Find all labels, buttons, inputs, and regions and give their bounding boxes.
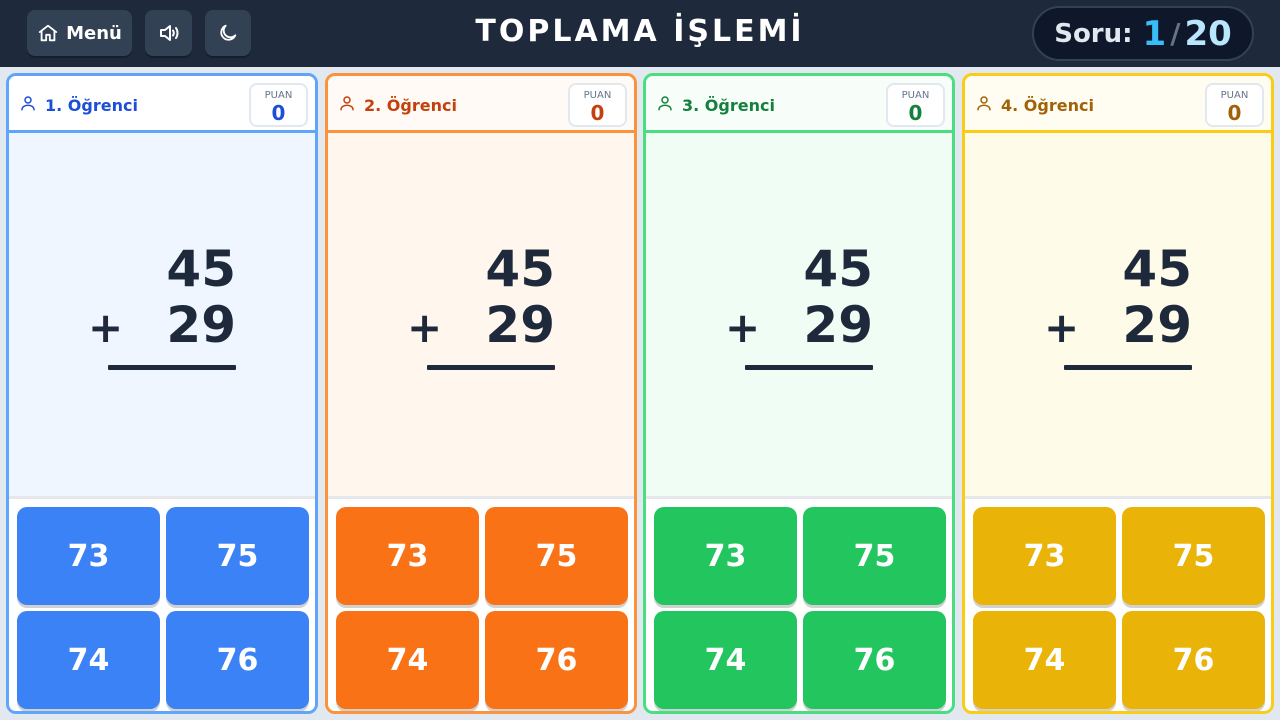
user-icon [975, 94, 993, 116]
answer-button[interactable]: 74 [973, 611, 1116, 709]
second-number: 29 [803, 296, 873, 354]
student-name-label: 4. Öğrenci [1001, 95, 1094, 115]
addition-problem: 45 + 29 [328, 133, 634, 496]
answer-button[interactable]: 74 [654, 611, 797, 709]
answer-button[interactable]: 75 [166, 507, 309, 605]
current-question-number: 1 [1142, 13, 1167, 54]
score-label: PUAN [1220, 90, 1249, 101]
student-panel-header: 4. Öğrenci PUAN 0 [965, 76, 1271, 133]
sound-toggle-button[interactable] [145, 10, 192, 56]
student-name: 2. Öğrenci [338, 94, 457, 116]
second-number: 29 [166, 296, 236, 354]
answer-button[interactable]: 76 [803, 611, 946, 709]
home-icon [37, 22, 59, 44]
plus-operator: + [88, 303, 124, 352]
addition-problem: 45 + 29 [965, 133, 1271, 496]
score-box: PUAN 0 [886, 83, 945, 127]
user-icon [338, 94, 356, 116]
answer-button[interactable]: 75 [803, 507, 946, 605]
score-value: 0 [271, 101, 286, 125]
student-panel-header: 2. Öğrenci PUAN 0 [328, 76, 634, 133]
answer-button[interactable]: 75 [1122, 507, 1265, 605]
plus-operator: + [1044, 303, 1080, 352]
sum-line [1064, 365, 1192, 370]
student-panel-3: 3. Öğrenci PUAN 0 45 + 29 73 75 74 76 [643, 73, 955, 714]
moon-icon [217, 22, 239, 44]
plus-operator: + [407, 303, 443, 352]
total-questions-number: 20 [1184, 13, 1232, 54]
answer-grid: 73 75 74 76 [646, 496, 952, 711]
score-value: 0 [1227, 101, 1242, 125]
student-name-label: 2. Öğrenci [364, 95, 457, 115]
answer-button[interactable]: 74 [17, 611, 160, 709]
score-label: PUAN [901, 90, 930, 101]
student-panel-header: 1. Öğrenci PUAN 0 [9, 76, 315, 133]
addition-problem: 45 + 29 [646, 133, 952, 496]
answer-button[interactable]: 73 [336, 507, 479, 605]
answer-button[interactable]: 74 [336, 611, 479, 709]
page-title: TOPLAMA İŞLEMİ [475, 14, 805, 49]
answer-button[interactable]: 75 [485, 507, 628, 605]
student-name: 1. Öğrenci [19, 94, 138, 116]
menu-label: Menü [66, 22, 122, 44]
student-name: 4. Öğrenci [975, 94, 1094, 116]
score-box: PUAN 0 [568, 83, 627, 127]
answer-button[interactable]: 73 [973, 507, 1116, 605]
sum-line [745, 365, 873, 370]
top-bar: Menü TOPLAMA İŞLEMİ Soru: 1 / 20 [0, 0, 1280, 67]
question-counter: Soru: 1 / 20 [1032, 6, 1254, 61]
user-icon [656, 94, 674, 116]
answer-grid: 73 75 74 76 [328, 496, 634, 711]
speaker-icon [157, 21, 181, 45]
score-label: PUAN [264, 90, 293, 101]
score-label: PUAN [583, 90, 612, 101]
student-name: 3. Öğrenci [656, 94, 775, 116]
answer-button[interactable]: 73 [17, 507, 160, 605]
menu-button[interactable]: Menü [27, 10, 132, 56]
answer-grid: 73 75 74 76 [9, 496, 315, 711]
score-value: 0 [590, 101, 605, 125]
first-number: 45 [166, 240, 236, 298]
student-panel-1: 1. Öğrenci PUAN 0 45 + 29 73 75 74 76 [6, 73, 318, 714]
question-counter-separator: / [1170, 17, 1181, 50]
student-name-label: 3. Öğrenci [682, 95, 775, 115]
score-box: PUAN 0 [249, 83, 308, 127]
student-panel-4: 4. Öğrenci PUAN 0 45 + 29 73 75 74 76 [962, 73, 1274, 714]
question-counter-label: Soru: [1054, 18, 1133, 49]
user-icon [19, 94, 37, 116]
first-number: 45 [803, 240, 873, 298]
second-number: 29 [1122, 296, 1192, 354]
second-number: 29 [485, 296, 555, 354]
sum-line [108, 365, 236, 370]
answer-grid: 73 75 74 76 [965, 496, 1271, 711]
answer-button[interactable]: 76 [166, 611, 309, 709]
first-number: 45 [485, 240, 555, 298]
student-name-label: 1. Öğrenci [45, 95, 138, 115]
student-panel-2: 2. Öğrenci PUAN 0 45 + 29 73 75 74 76 [325, 73, 637, 714]
plus-operator: + [725, 303, 761, 352]
score-box: PUAN 0 [1205, 83, 1264, 127]
student-panel-header: 3. Öğrenci PUAN 0 [646, 76, 952, 133]
theme-toggle-button[interactable] [205, 10, 251, 56]
answer-button[interactable]: 73 [654, 507, 797, 605]
sum-line [427, 365, 555, 370]
addition-problem: 45 + 29 [9, 133, 315, 496]
answer-button[interactable]: 76 [1122, 611, 1265, 709]
answer-button[interactable]: 76 [485, 611, 628, 709]
first-number: 45 [1122, 240, 1192, 298]
score-value: 0 [908, 101, 923, 125]
